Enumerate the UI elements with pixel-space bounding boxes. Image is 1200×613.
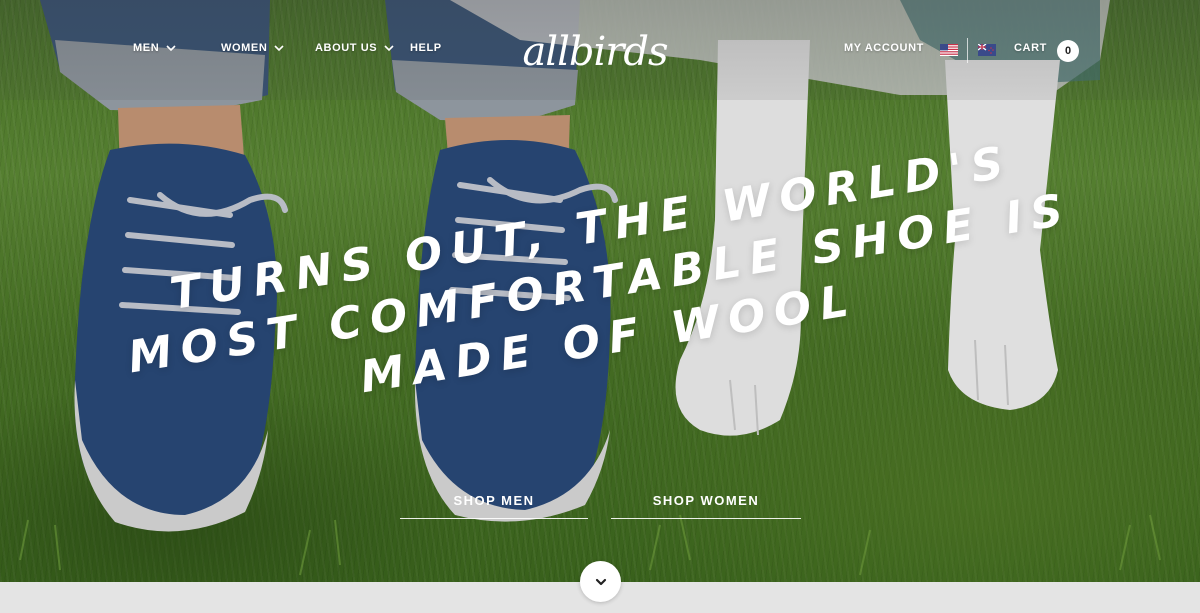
nav-help[interactable]: HELP xyxy=(410,42,442,54)
chevron-down-icon xyxy=(384,45,394,52)
chevron-down-icon xyxy=(274,45,284,52)
nz-flag-icon[interactable] xyxy=(978,44,996,56)
shop-men-button[interactable]: SHOP MEN xyxy=(400,493,588,519)
top-navigation: MEN WOMEN ABOUT US HELP allbirds MY ACCO… xyxy=(0,0,1200,100)
shop-women-button[interactable]: SHOP WOMEN xyxy=(611,493,801,519)
us-flag-icon[interactable] xyxy=(940,44,958,56)
flag-divider xyxy=(967,38,968,63)
nav-about-label: ABOUT US xyxy=(315,42,378,54)
nav-women-label: WOMEN xyxy=(221,42,268,54)
nav-about[interactable]: ABOUT US xyxy=(315,42,395,54)
nav-account-label: MY ACCOUNT xyxy=(844,42,924,54)
chevron-down-icon xyxy=(595,578,606,585)
nav-help-label: HELP xyxy=(410,42,442,54)
scroll-down-button[interactable] xyxy=(580,561,621,602)
nav-cart-label: CART xyxy=(1014,42,1047,54)
nav-women[interactable]: WOMEN xyxy=(221,42,285,54)
nav-men[interactable]: MEN xyxy=(133,42,177,54)
chevron-down-icon xyxy=(166,45,176,52)
cart-count-badge[interactable]: 0 xyxy=(1057,40,1079,62)
nav-my-account[interactable]: MY ACCOUNT xyxy=(844,42,924,54)
brand-logo[interactable]: allbirds xyxy=(520,22,670,82)
nav-men-label: MEN xyxy=(133,42,160,54)
nav-cart[interactable]: CART xyxy=(1014,42,1047,54)
